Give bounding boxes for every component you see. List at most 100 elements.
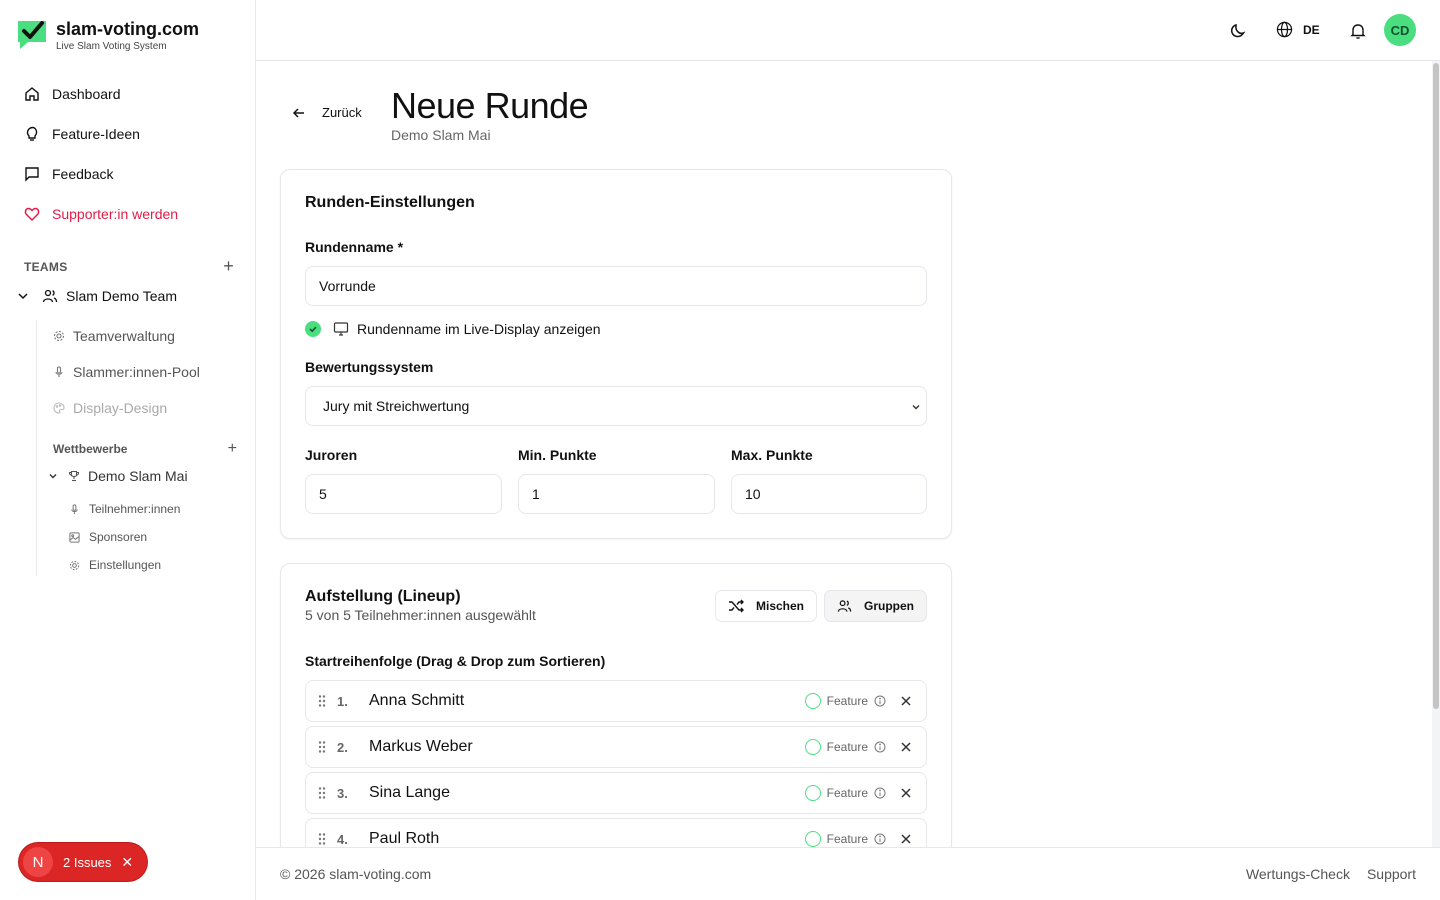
show-in-display-toggle[interactable]: Rundenname im Live-Display anzeigen <box>305 321 601 337</box>
brand-subtitle: Live Slam Voting System <box>56 41 167 52</box>
globe-icon <box>1276 21 1293 38</box>
bell-icon[interactable] <box>1349 22 1367 40</box>
add-team-icon[interactable]: + <box>223 256 234 277</box>
sidebar-item-label: Einstellungen <box>89 558 162 572</box>
participant-row[interactable]: 1. Anna Schmitt Feature <box>305 680 927 722</box>
drag-handle-icon[interactable] <box>317 694 327 708</box>
team-item[interactable]: Slam Demo Team <box>16 288 177 304</box>
feature-toggle[interactable]: Feature <box>804 693 886 709</box>
chevron-down-icon[interactable] <box>16 289 30 303</box>
sidebar: slam-voting.com Live Slam Voting System … <box>0 0 256 900</box>
sidebar-item-label: Teamverwaltung <box>73 328 175 344</box>
arrow-left-icon <box>292 107 304 118</box>
nav-dashboard[interactable]: Dashboard <box>16 74 240 114</box>
shuffle-button[interactable]: Mischen <box>715 590 817 622</box>
participant-name: Anna Schmitt <box>369 692 465 709</box>
chevron-down-icon[interactable] <box>48 471 58 481</box>
nav-feedback[interactable]: Feedback <box>16 154 240 194</box>
feature-toggle[interactable]: Feature <box>804 739 886 755</box>
drag-handle-icon[interactable] <box>317 786 327 800</box>
radio-circle-icon[interactable] <box>804 693 821 709</box>
main-scrollbar[interactable] <box>1432 61 1440 847</box>
info-icon[interactable] <box>874 695 886 707</box>
info-icon[interactable] <box>874 833 886 845</box>
sidebar-item-slammer-pool[interactable]: Slammer:innen-Pool <box>53 364 200 380</box>
nav-supporter[interactable]: Supporter:in werden <box>16 194 240 234</box>
users-icon <box>42 289 58 303</box>
user-avatar[interactable]: CD <box>1384 14 1416 46</box>
nav-feature-ideas-label: Feature-Ideen <box>52 126 140 142</box>
participant-row[interactable]: 4. Paul Roth Feature <box>305 818 927 847</box>
back-label: Zurück <box>322 105 362 120</box>
microphone-icon <box>71 503 78 514</box>
add-competition-icon[interactable]: + <box>228 440 237 458</box>
message-icon <box>25 167 39 182</box>
scoring-check-link[interactable]: Wertungs-Check <box>1246 866 1350 882</box>
back-button[interactable]: Zurück <box>292 105 362 120</box>
participant-row[interactable]: 2. Markus Weber Feature <box>305 726 927 768</box>
shuffle-icon <box>728 599 744 613</box>
participant-name: Sina Lange <box>369 784 450 801</box>
min-points-input[interactable]: 1 <box>518 474 715 514</box>
close-icon[interactable] <box>900 695 912 707</box>
show-in-display-label: Rundenname im Live-Display anzeigen <box>357 321 601 337</box>
close-icon[interactable]: ✕ <box>121 854 133 871</box>
competitions-heading: Wettbewerbe + <box>53 440 237 458</box>
participant-row[interactable]: 3. Sina Lange Feature <box>305 772 927 814</box>
feature-toggle[interactable]: Feature <box>804 831 886 847</box>
checkmark-logo-icon <box>18 21 46 49</box>
drag-handle-icon[interactable] <box>317 740 327 754</box>
nav-feedback-label: Feedback <box>52 166 114 182</box>
radio-circle-icon[interactable] <box>804 785 821 801</box>
radio-circle-icon[interactable] <box>804 739 821 755</box>
sidebar-item-participants[interactable]: Teilnehmer:innen <box>69 502 180 516</box>
scoring-select[interactable]: Jury mit Streichwertung <box>305 386 927 426</box>
chevron-down-icon <box>912 405 920 410</box>
sidebar-item-display-design[interactable]: Display-Design <box>53 400 167 416</box>
top-header: DE CD <box>256 0 1440 61</box>
support-link[interactable]: Support <box>1367 866 1416 882</box>
groups-label: Gruppen <box>864 599 914 613</box>
order-label: Startreihenfolge (Drag & Drop zum Sortie… <box>305 653 606 669</box>
participant-name: Paul Roth <box>369 830 440 847</box>
page-title: Neue Runde <box>391 85 589 126</box>
sidebar-item-settings[interactable]: Einstellungen <box>69 558 161 572</box>
nav-feature-ideas[interactable]: Feature-Ideen <box>16 114 240 154</box>
card-title: Runden-Einstellungen <box>305 194 475 211</box>
issues-badge[interactable]: N 2 Issues ✕ <box>19 843 147 881</box>
jurors-input[interactable]: 5 <box>305 474 502 514</box>
feature-toggle[interactable]: Feature <box>804 785 886 801</box>
competition-item[interactable]: Demo Slam Mai <box>48 468 188 484</box>
scrollbar-thumb[interactable] <box>1433 63 1439 709</box>
sidebar-item-sponsors[interactable]: Sponsoren <box>69 530 147 544</box>
participant-number: 2. <box>337 739 348 755</box>
page-subtitle: Demo Slam Mai <box>391 127 491 143</box>
round-name-label: Rundenname * <box>305 239 404 255</box>
trophy-icon <box>68 470 80 482</box>
feature-label: Feature <box>826 832 868 846</box>
palette-icon <box>53 402 65 414</box>
groups-button[interactable]: Gruppen <box>824 590 927 622</box>
sidebar-item-label: Display-Design <box>73 400 168 416</box>
close-icon[interactable] <box>900 833 912 845</box>
radio-circle-icon[interactable] <box>804 831 821 847</box>
scoring-label: Bewertungssystem <box>305 359 434 375</box>
brand[interactable]: slam-voting.com Live Slam Voting System <box>16 18 199 52</box>
info-icon[interactable] <box>874 787 886 799</box>
drag-handle-icon[interactable] <box>317 832 327 846</box>
issues-letter: N <box>23 847 53 877</box>
participant-number: 4. <box>337 831 348 847</box>
footer: © 2026 slam-voting.com Wertungs-Check Su… <box>256 847 1440 900</box>
info-icon[interactable] <box>874 741 886 753</box>
max-points-input[interactable]: 10 <box>731 474 927 514</box>
sidebar-item-team-management[interactable]: Teamverwaltung <box>53 328 175 344</box>
moon-icon[interactable] <box>1229 22 1247 40</box>
footer-links: Wertungs-Check Support <box>1229 866 1416 882</box>
close-icon[interactable] <box>900 787 912 799</box>
checkbox-checked-icon[interactable] <box>305 321 321 337</box>
language-label: DE <box>1303 22 1320 37</box>
lightbulb-icon <box>26 126 38 141</box>
language-switcher[interactable]: DE <box>1276 21 1320 38</box>
round-name-input[interactable]: Vorrunde <box>305 266 927 306</box>
close-icon[interactable] <box>900 741 912 753</box>
